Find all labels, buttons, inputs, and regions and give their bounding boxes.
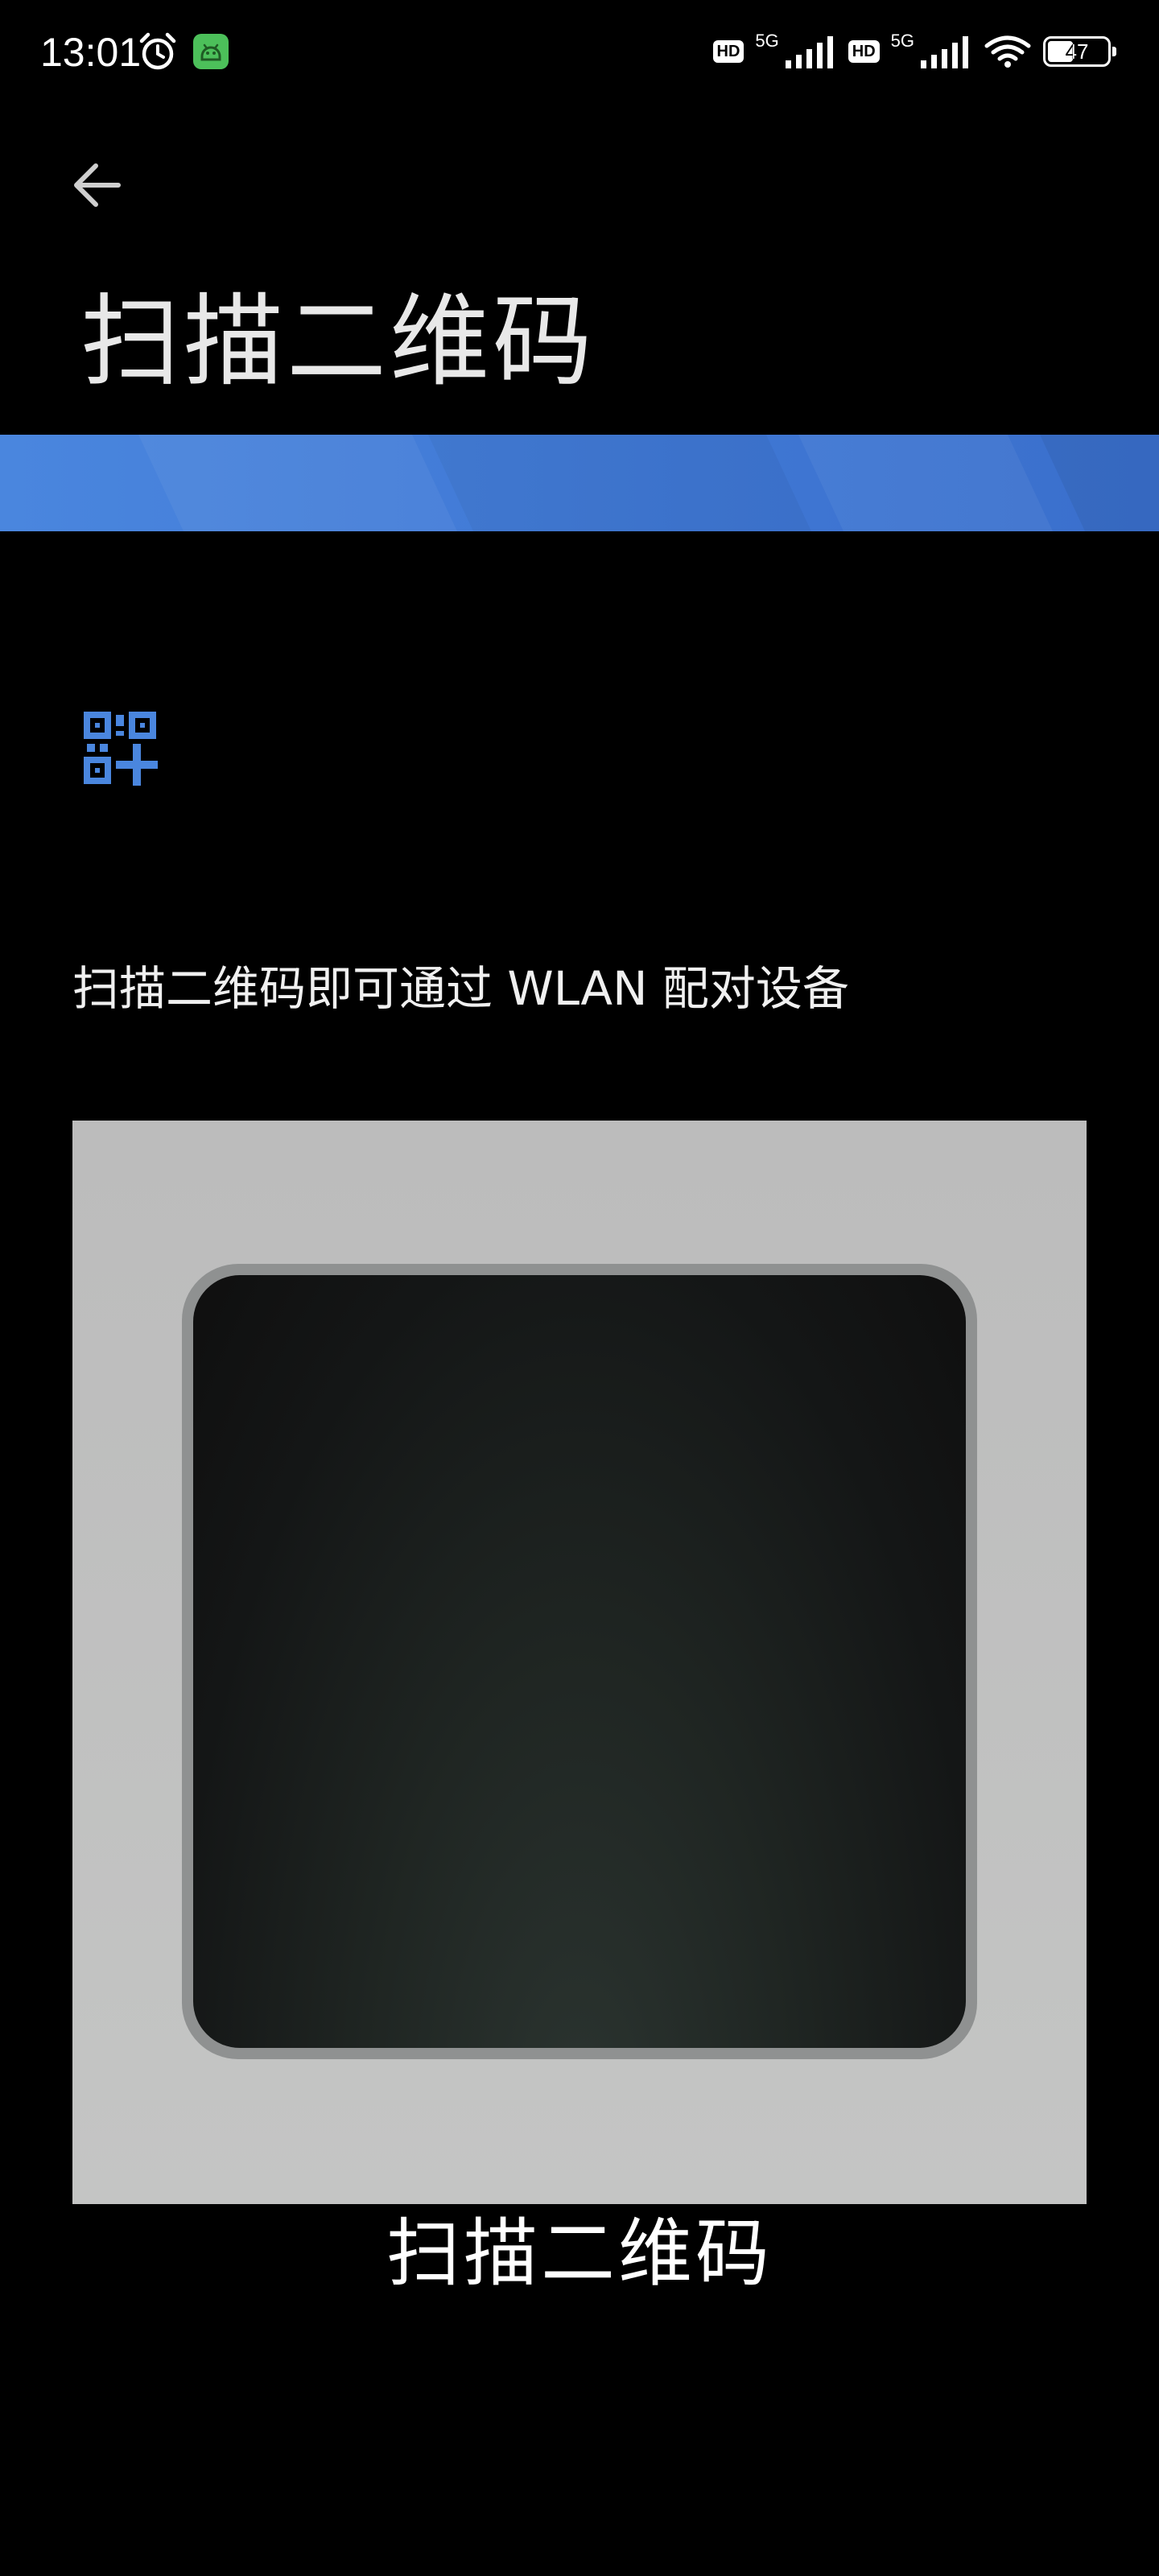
- scanner-window-border: [182, 1264, 977, 2059]
- hd-badge-sim2: HD: [848, 40, 880, 63]
- qr-code-add-icon: [84, 712, 158, 786]
- scan-caption: 扫描二维码: [386, 2211, 773, 2297]
- alarm-clock-icon: [139, 32, 176, 70]
- network-type-sim1: 5G: [755, 31, 779, 51]
- qr-scanner-frame[interactable]: [72, 1121, 1087, 2204]
- wifi-icon: [984, 35, 1031, 68]
- network-type-sim2: 5G: [890, 31, 914, 51]
- status-bar: 13:01 HD 5G HD 5G 47: [0, 0, 1159, 105]
- battery-level-text: 47: [1065, 39, 1089, 64]
- hd-badge-sim1: HD: [712, 40, 744, 63]
- signal-strength-icon: [785, 36, 833, 68]
- signal-strength-icon: [921, 36, 968, 68]
- status-time: 13:01: [40, 30, 142, 75]
- battery-icon: 47: [1043, 36, 1116, 67]
- android-app-icon: [193, 34, 229, 69]
- header-banner: [0, 435, 1159, 531]
- page-title: 扫描二维码: [80, 284, 596, 400]
- back-button[interactable]: [56, 145, 137, 225]
- instruction-text: 扫描二维码即可通过 WLAN 配对设备: [72, 961, 849, 1016]
- status-indicators: HD 5G HD 5G 47: [712, 29, 1116, 74]
- arrow-left-icon: [74, 163, 121, 207]
- camera-viewport[interactable]: [193, 1275, 966, 2048]
